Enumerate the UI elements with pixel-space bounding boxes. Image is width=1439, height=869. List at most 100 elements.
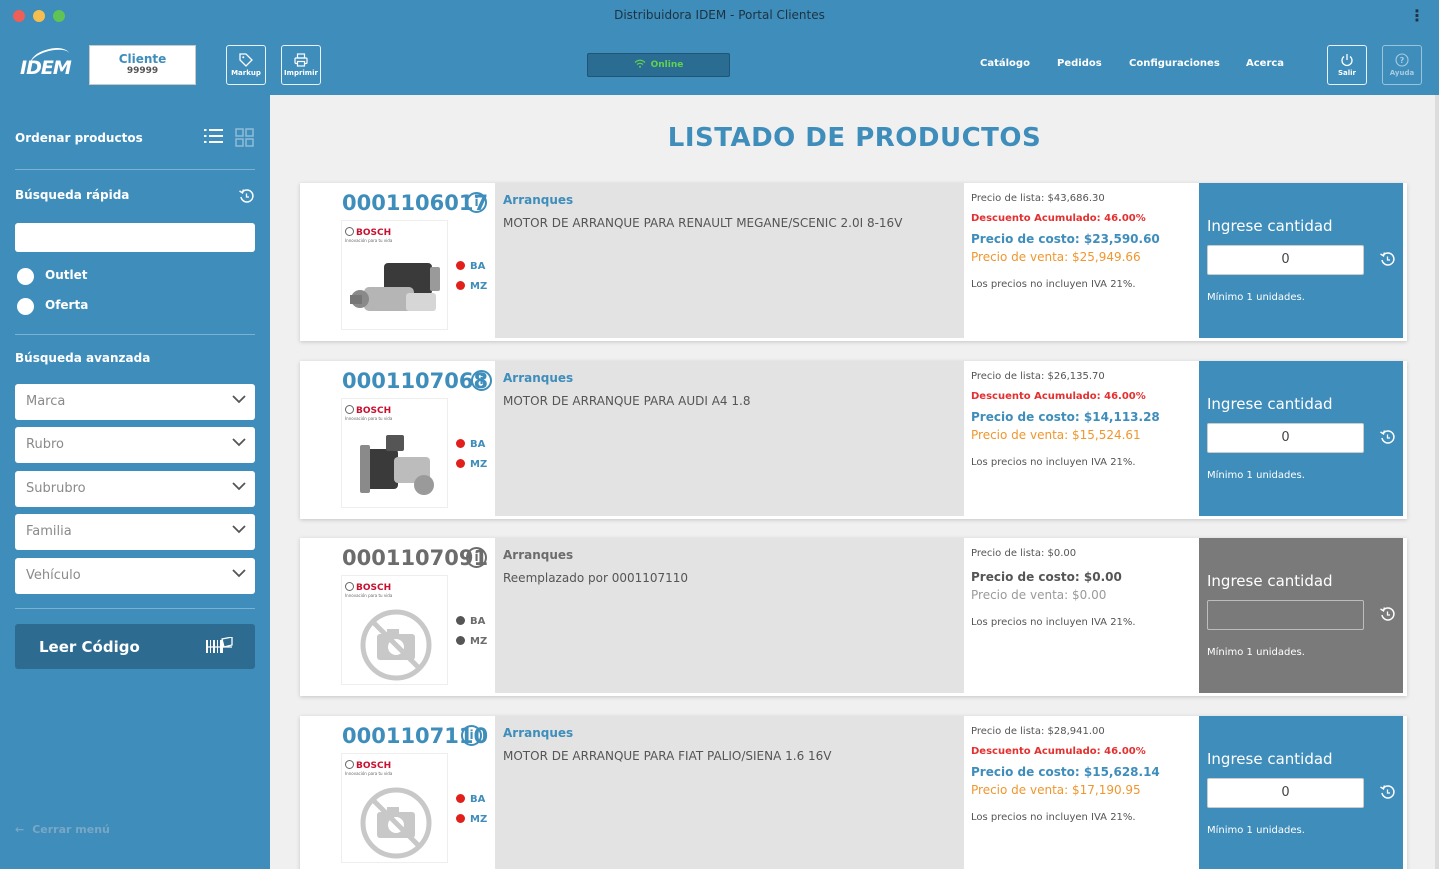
help-button[interactable]: ? Ayuda bbox=[1382, 45, 1422, 85]
brand-tagline: Innovación para tu vida bbox=[345, 238, 393, 243]
stock-dot bbox=[456, 459, 465, 468]
quantity-title: Ingrese cantidad bbox=[1207, 217, 1333, 235]
more-menu-icon[interactable]: ⋮ bbox=[1409, 6, 1425, 25]
product-image[interactable]: BOSCH Innovación para tu vida bbox=[341, 398, 448, 508]
page-title: LISTADO DE PRODUCTOS bbox=[667, 123, 1042, 153]
list-view-icon[interactable] bbox=[204, 128, 223, 144]
chevron-down-icon bbox=[232, 438, 246, 447]
product-category: Arranques bbox=[503, 193, 574, 207]
price-panel: Precio de lista: $26,135.70 Descuento Ac… bbox=[971, 371, 1196, 468]
reset-quantity-icon[interactable] bbox=[1379, 784, 1396, 801]
bosch-logo: BOSCH bbox=[345, 582, 391, 593]
reset-icon[interactable] bbox=[238, 188, 255, 205]
product-description-panel: Arranques MOTOR DE ARRANQUE PARA AUDI A4… bbox=[495, 361, 964, 516]
grid-view-icon[interactable] bbox=[235, 128, 254, 147]
quantity-panel: Ingrese cantidad 0 Mínimo 1 unidades. bbox=[1199, 361, 1403, 516]
oferta-label: Oferta bbox=[45, 298, 89, 312]
product-image[interactable]: BOSCH Innovación para tu vida bbox=[341, 575, 448, 685]
quantity-panel: Ingrese cantidad 0 Mínimo 1 unidades. bbox=[1199, 183, 1403, 338]
info-icon[interactable]: i bbox=[466, 547, 487, 568]
brand-tagline: Innovación para tu vida bbox=[345, 593, 393, 598]
cost-price: Precio de costo: $23,590.60 bbox=[971, 232, 1160, 246]
cost-price: Precio de costo: $15,628.14 bbox=[971, 765, 1160, 779]
list-price: Precio de lista: $0.00 bbox=[971, 548, 1077, 559]
product-image[interactable]: BOSCH Innovación para tu vida bbox=[341, 753, 448, 863]
svg-text:?: ? bbox=[1400, 56, 1405, 65]
stock-mz: MZ bbox=[456, 281, 487, 292]
divider bbox=[15, 169, 255, 170]
quantity-title: Ingrese cantidad bbox=[1207, 395, 1333, 413]
quantity-input[interactable]: 0 bbox=[1207, 423, 1364, 453]
close-menu-button[interactable]: ← Cerrar menú bbox=[15, 823, 110, 836]
reset-quantity-icon[interactable] bbox=[1379, 251, 1396, 268]
product-code[interactable]: 0001107068 bbox=[342, 369, 488, 393]
info-icon[interactable]: i bbox=[461, 725, 482, 746]
connection-status: Online bbox=[587, 53, 730, 77]
marca-select-value: Marca bbox=[26, 394, 66, 409]
scrollbar[interactable] bbox=[1435, 95, 1439, 869]
nav-pedidos[interactable]: Pedidos bbox=[1057, 58, 1102, 69]
product-card: 0001107110 i BOSCH Innovación para tu vi… bbox=[300, 716, 1407, 869]
logout-button[interactable]: Salir bbox=[1327, 45, 1367, 85]
read-code-button[interactable]: Leer Código bbox=[15, 624, 255, 669]
reset-quantity-icon[interactable] bbox=[1379, 429, 1396, 446]
oferta-radio[interactable] bbox=[17, 298, 34, 315]
outlet-label: Outlet bbox=[45, 268, 88, 282]
info-icon[interactable]: i bbox=[471, 370, 492, 391]
help-icon: ? bbox=[1395, 53, 1409, 67]
quantity-input[interactable]: 0 bbox=[1207, 245, 1364, 275]
markup-label: Markup bbox=[231, 69, 261, 77]
brand-tagline: Innovación para tu vida bbox=[345, 416, 393, 421]
nav-configuraciones[interactable]: Configuraciones bbox=[1129, 58, 1220, 69]
product-description-panel: Arranques MOTOR DE ARRANQUE PARA FIAT PA… bbox=[495, 716, 964, 869]
sale-price: Precio de venta: $17,190.95 bbox=[971, 783, 1141, 797]
chevron-down-icon bbox=[232, 525, 246, 534]
quantity-panel: Ingrese cantidad Mínimo 1 unidades. bbox=[1199, 538, 1403, 693]
quantity-input[interactable] bbox=[1207, 600, 1364, 630]
stock-ba: BA bbox=[456, 616, 485, 627]
starter-motor-image bbox=[350, 263, 440, 311]
window-title: Distribuidora IDEM - Portal Clientes bbox=[614, 8, 825, 22]
cost-price: Precio de costo: $14,113.28 bbox=[971, 410, 1160, 424]
bosch-logo: BOSCH bbox=[345, 227, 391, 238]
quantity-title: Ingrese cantidad bbox=[1207, 750, 1333, 768]
discount: Descuento Acumulado: 46.00% bbox=[971, 391, 1146, 402]
minimum-note: Mínimo 1 unidades. bbox=[1207, 292, 1305, 303]
product-image[interactable]: BOSCH Innovación para tu vida bbox=[341, 220, 448, 330]
list-price: Precio de lista: $43,686.30 bbox=[971, 193, 1105, 204]
print-button[interactable]: Imprimir bbox=[281, 45, 321, 85]
quantity-input[interactable]: 0 bbox=[1207, 778, 1364, 808]
arrow-left-icon: ← bbox=[15, 823, 25, 836]
quick-search-input[interactable] bbox=[15, 223, 255, 252]
product-description-panel: Arranques Reemplazado por 0001107110 bbox=[495, 538, 964, 693]
window-titlebar: Distribuidora IDEM - Portal Clientes ⋮ bbox=[0, 0, 1439, 32]
nav-catalogo[interactable]: Catálogo bbox=[980, 58, 1030, 69]
stock-ba: BA bbox=[456, 261, 485, 272]
subrubro-select-value: Subrubro bbox=[26, 481, 86, 496]
reset-quantity-icon[interactable] bbox=[1379, 606, 1396, 623]
list-price: Precio de lista: $28,941.00 bbox=[971, 726, 1105, 737]
product-card: 0001107068 i BOSCH Innovación para tu vi… bbox=[300, 361, 1407, 519]
marca-select[interactable]: Marca bbox=[15, 384, 255, 420]
idem-logo[interactable]: IDEM bbox=[18, 44, 73, 81]
client-box[interactable]: Cliente 99999 bbox=[89, 45, 196, 85]
subrubro-select[interactable]: Subrubro bbox=[15, 471, 255, 507]
familia-select[interactable]: Familia bbox=[15, 514, 255, 550]
sort-label: Ordenar productos bbox=[15, 131, 143, 145]
nav-acerca[interactable]: Acerca bbox=[1246, 58, 1284, 69]
vehiculo-select[interactable]: Vehículo bbox=[15, 558, 255, 594]
read-code-label: Leer Código bbox=[39, 638, 140, 656]
minimum-note: Mínimo 1 unidades. bbox=[1207, 470, 1305, 481]
info-icon[interactable]: i bbox=[466, 192, 487, 213]
no-photo-icon bbox=[360, 609, 432, 681]
product-category: Arranques bbox=[503, 371, 574, 385]
markup-button[interactable]: Markup bbox=[226, 45, 266, 85]
brand-tagline: Innovación para tu vida bbox=[345, 771, 393, 776]
rubro-select[interactable]: Rubro bbox=[15, 427, 255, 463]
outlet-radio[interactable] bbox=[17, 268, 34, 285]
iva-note: Los precios no incluyen IVA 21%. bbox=[971, 617, 1136, 628]
chevron-down-icon bbox=[232, 482, 246, 491]
stock-ba: BA bbox=[456, 439, 485, 450]
divider bbox=[15, 334, 255, 335]
no-photo-icon bbox=[360, 787, 432, 859]
